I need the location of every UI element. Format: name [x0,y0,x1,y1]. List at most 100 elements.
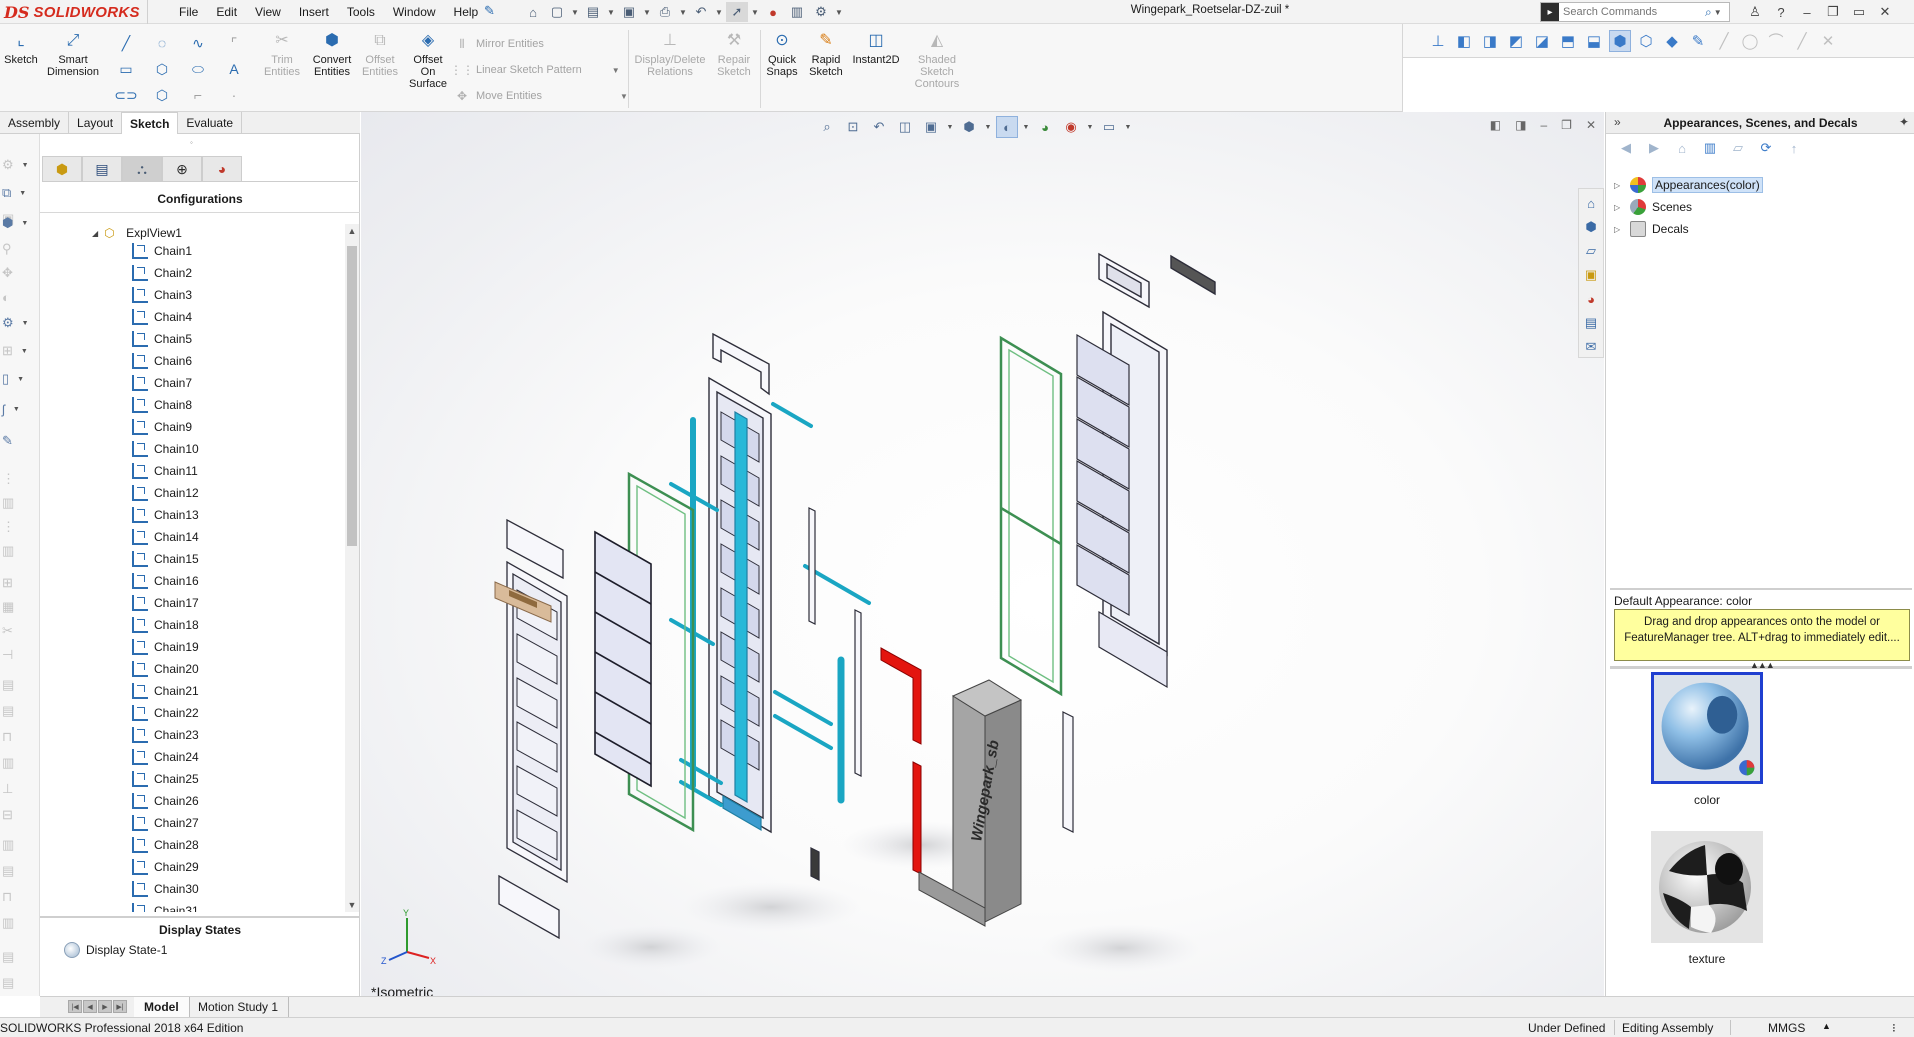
tree-item-chain[interactable]: Chain9 [132,418,192,436]
pin-icon[interactable]: ✎ [484,3,500,19]
repair-sketch-button[interactable]: ⚒ Repair Sketch [712,30,756,79]
linear-pattern-icon[interactable]: ⬢ ▼ [2,212,36,234]
file-explorer-icon[interactable]: ▱ [1581,241,1601,261]
chevron-down-icon[interactable]: ▼ [750,2,760,22]
ellipse-icon[interactable]: ⬭ [180,56,216,82]
sketch-fillet-icon[interactable]: ⌜ [216,30,252,56]
collapse-arrow-icon[interactable]: ◢ [92,229,98,238]
section-view-icon[interactable]: ◫ [894,116,916,138]
user-icon[interactable]: ♙ [1745,2,1765,22]
graphics-area[interactable]: Wingepark_sb ⌕ ⊡ ↶ ◫ ▣ ▼ ⬢ ▼ ◐ ▼ ◕ ◉ ▼ ▭… [361,112,1604,996]
first-tab-icon[interactable]: |◀ [68,1000,82,1013]
tree-item-chain[interactable]: Chain11 [132,462,198,480]
dynamic-annotation-icon[interactable]: ▣ [920,116,942,138]
chevron-down-icon[interactable]: ▼ [642,2,652,22]
chevron-down-icon[interactable]: ▼ [946,116,954,138]
new-motion-study-icon[interactable]: ▯ ▼ [2,368,36,390]
edit-appearance-icon[interactable]: ◉ [1060,116,1082,138]
pane-splitter[interactable]: ▲▲▲ [1610,660,1912,670]
front-view-icon[interactable]: ◧ [1453,30,1475,52]
tree-item-chain[interactable]: Chain13 [132,506,199,524]
strip-tool-8-icon[interactable]: ⊣ [2,644,36,666]
tree-item-chain[interactable]: Chain12 [132,484,199,502]
menu-edit[interactable]: Edit [207,5,246,19]
restore-icon[interactable]: ❐ [1561,118,1572,132]
tree-item-chain[interactable]: Chain20 [132,660,199,678]
right-view-icon[interactable]: ◪ [1531,30,1553,52]
strip-tool-1-icon[interactable]: ⋮ [2,468,36,490]
chevron-down-icon[interactable]: ▼ [612,66,620,75]
tree-item-chain[interactable]: Chain8 [132,396,192,414]
zoom-to-fit-icon[interactable]: ⌕ [816,116,838,138]
offset-on-surface-button[interactable]: ◈ Offset On Surface [404,30,452,91]
menu-insert[interactable]: Insert [290,5,338,19]
trim-entities-button[interactable]: ✂ Trim Entities [262,30,302,79]
text-icon[interactable]: A [216,56,252,82]
tree-item-chain[interactable]: Chain17 [132,594,199,612]
expand-arrow-icon[interactable]: ▷ [1614,181,1624,190]
maximize-icon[interactable]: ▭ [1849,2,1869,22]
close-icon[interactable]: ✕ [1586,118,1596,132]
strip-tool-20-icon[interactable]: ▤ [2,972,36,994]
normal-to-icon[interactable]: ⊥ [1427,30,1449,52]
exploded-assembly-model[interactable]: Wingepark_sb [361,112,1604,996]
tree-item-chain[interactable]: Chain14 [132,528,199,546]
sketch-arc-icon[interactable]: ⌒ [1765,30,1787,52]
tree-item-chain[interactable]: Chain16 [132,572,199,590]
chevron-down-icon[interactable]: ▼ [570,2,580,22]
strip-tool-14-icon[interactable]: ⊟ [2,804,36,826]
left-view-icon[interactable]: ◩ [1505,30,1527,52]
tree-item-chain[interactable]: Chain27 [132,814,199,832]
menu-window[interactable]: Window [384,5,445,19]
undo-icon[interactable]: ↶ [690,2,712,22]
help-icon[interactable]: ? [1771,2,1791,22]
back-icon[interactable]: ◀ [1616,138,1636,158]
spline-icon[interactable]: ∿ [180,30,216,56]
chevron-down-icon[interactable]: ▼ [606,2,616,22]
tree-item-chain[interactable]: Chain29 [132,858,199,876]
configuration-manager-tab-icon[interactable]: ⛬ [122,156,162,182]
sketch-diagonal-icon[interactable]: ╱ [1791,30,1813,52]
reference-geometry-icon[interactable]: ⊞ ▼ [2,340,36,362]
instant2d-button[interactable]: ◫ Instant2D [850,30,902,67]
tree-item-chain[interactable]: Chain10 [132,440,199,458]
tree-item-chain[interactable]: Chain23 [132,726,199,744]
back-view-icon[interactable]: ◨ [1479,30,1501,52]
chevron-down-icon[interactable]: ▼ [1022,116,1030,138]
isometric-view-icon[interactable]: ⬢ [1609,29,1631,52]
appearances-icon[interactable]: ◕ [1581,289,1601,309]
property-manager-tab-icon[interactable]: ▤ [82,156,122,182]
linear-sketch-pattern-button[interactable]: ⋮⋮ Linear Sketch Pattern ▼ [450,62,620,78]
tab-evaluate[interactable]: Evaluate [178,112,243,134]
units-chevron-icon[interactable]: ▲ [1822,1021,1831,1031]
sketch-trim-icon[interactable]: ✕ [1817,30,1839,52]
display-style-icon[interactable]: ◐ [996,116,1018,138]
refresh-icon[interactable]: ⟳ [1756,138,1776,158]
home-icon[interactable]: ⌂ [522,2,544,22]
appearance-swatch-color[interactable]: color [1651,672,1763,807]
tree-item-chain[interactable]: Chain7 [132,374,192,392]
tree-item-chain[interactable]: Chain22 [132,704,199,722]
strip-tool-4-icon[interactable]: ▥ [2,540,36,562]
new-folder-icon[interactable]: ▱ [1728,138,1748,158]
strip-tool-13-icon[interactable]: ⊥ [2,778,36,800]
add-to-library-icon[interactable]: ▥ [1700,138,1720,158]
view-settings-icon[interactable]: ▭ [1098,116,1120,138]
menu-help[interactable]: Help [445,5,488,19]
dimetric-view-icon[interactable]: ◆ [1661,30,1683,52]
tree-item-chain[interactable]: Chain25 [132,770,199,788]
select-arrow-icon[interactable]: ➚ [726,2,748,22]
tree-node-appearances[interactable]: ▷ Appearances(color) [1614,174,1763,196]
top-view-icon[interactable]: ⬒ [1557,30,1579,52]
tree-item-chain[interactable]: Chain3 [132,286,192,304]
tree-item-chain[interactable]: Chain28 [132,836,199,854]
mate-icon[interactable]: ⧉ ▼ [2,182,36,204]
chevron-down-icon[interactable]: ▼ [678,2,688,22]
search-mode-icon[interactable]: ▸ [1541,3,1559,21]
explode-line-icon[interactable]: ʃ ▼ [2,398,36,420]
tile-left-icon[interactable]: ◧ [1490,118,1501,132]
minimize-icon[interactable]: – [1540,118,1547,132]
strip-tool-10-icon[interactable]: ▤ [2,700,36,722]
display-state-item[interactable]: Display State-1 [64,942,167,958]
tree-item-chain[interactable]: Chain1 [132,242,192,260]
